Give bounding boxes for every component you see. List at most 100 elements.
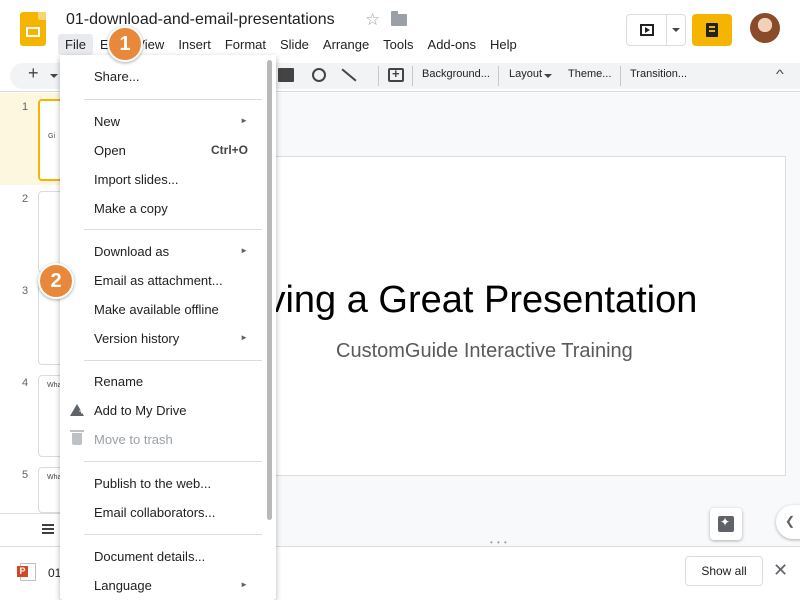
slides-logo-icon[interactable] (20, 12, 46, 46)
menu-item-email-as-attachment[interactable]: Email as attachment... (60, 266, 268, 294)
close-icon[interactable]: ✕ (773, 560, 788, 581)
shape-icon[interactable] (312, 68, 326, 82)
menu-item-share[interactable]: Share... (60, 62, 268, 90)
file-menu-dropdown: Share... New ► Open Ctrl+O Import slides..… (60, 55, 276, 600)
menu-item-label: Rename (94, 374, 144, 389)
folder-icon[interactable] (391, 11, 407, 26)
menu-arrange[interactable]: Arrange (316, 34, 376, 55)
menu-item-label: Version history (94, 331, 180, 346)
share-icon (706, 23, 718, 37)
image-icon[interactable] (278, 68, 294, 82)
menu-item-label: Make available offline (94, 302, 219, 317)
menu-item-label: Email as attachment... (94, 273, 223, 288)
menu-item-open[interactable]: Open Ctrl+O (60, 136, 268, 164)
menu-item-shortcut: Ctrl+O (210, 143, 248, 157)
menu-divider (84, 229, 262, 230)
menu-item-label: Add to My Drive (94, 403, 187, 418)
share-button[interactable] (692, 14, 732, 46)
toolbar-divider (498, 66, 499, 86)
menu-item-rename[interactable]: Rename (60, 367, 268, 395)
slide-filmstrip[interactable]: 1 Gi 2 3 4 Wha 5 Wha (0, 93, 68, 513)
slide-number: 5 (22, 469, 29, 481)
document-title[interactable]: 01-download-and-email-presentations (66, 11, 335, 29)
add-to-drive-icon (70, 404, 84, 416)
chevron-down-icon (672, 28, 680, 32)
menu-divider (84, 534, 262, 535)
toolbar-divider (412, 66, 413, 86)
background-button[interactable]: Background... (422, 68, 490, 80)
menu-item-label: Move to trash (94, 432, 173, 447)
menu-tools[interactable]: Tools (376, 34, 420, 55)
menu-insert[interactable]: Insert (171, 34, 218, 55)
menu-file[interactable]: File (58, 34, 93, 55)
menu-item-label: Language (94, 578, 152, 593)
new-slide-layout-caret-icon[interactable] (50, 74, 58, 78)
present-icon (639, 24, 654, 36)
menu-item-new[interactable]: New ► (60, 107, 268, 135)
user-avatar[interactable] (750, 13, 780, 43)
slide-subtitle[interactable]: CustomGuide Interactive Training (336, 340, 633, 363)
collapse-toolbar-icon[interactable]: ^ (776, 67, 784, 81)
submenu-arrow-icon: ► (240, 580, 248, 589)
slide-number: 2 (22, 193, 29, 205)
menu-item-label: Email collaborators... (94, 505, 216, 520)
explore-button[interactable] (710, 508, 742, 540)
menu-item-email-collaborators[interactable]: Email collaborators... (60, 498, 268, 526)
add-comment-icon[interactable] (388, 66, 404, 82)
line-icon[interactable] (340, 68, 356, 82)
google-slides-window: 01-download-and-email-presentations ☆ Fi… (0, 0, 800, 600)
submenu-arrow-icon: ► (240, 246, 248, 255)
slide-title[interactable]: iving a Great Presentation (258, 279, 697, 322)
menu-item-label: Share... (94, 69, 140, 84)
menu-divider (84, 461, 262, 462)
layout-caret-icon (544, 74, 552, 78)
filmstrip-slide-4[interactable]: 4 Wha (0, 369, 68, 461)
toolbar-divider (620, 66, 621, 86)
menu-divider (84, 99, 262, 100)
powerpoint-file-icon (17, 563, 36, 581)
menu-item-label: Download as (94, 244, 170, 259)
step-badge-1: 1 (107, 26, 143, 62)
slide-number: 1 (22, 101, 29, 113)
menu-addons[interactable]: Add-ons (421, 34, 483, 55)
submenu-arrow-icon: ► (240, 116, 248, 125)
new-slide-icon[interactable]: + (28, 63, 39, 84)
menu-item-label: Import slides... (94, 172, 179, 187)
menu-item-document-details[interactable]: Document details... (60, 542, 268, 570)
menu-item-label: Document details... (94, 549, 206, 564)
menu-item-import-slides[interactable]: Import slides... (60, 165, 268, 193)
slide-number: 3 (22, 285, 29, 297)
menu-item-move-to-trash: Move to trash (60, 425, 268, 453)
theme-button[interactable]: Theme... (568, 68, 611, 80)
present-options-button[interactable] (667, 28, 685, 32)
star-icon[interactable]: ☆ (365, 10, 380, 30)
menu-help[interactable]: Help (483, 34, 524, 55)
menu-item-download-as[interactable]: Download as ► (60, 237, 268, 265)
menu-slide[interactable]: Slide (273, 34, 316, 55)
submenu-arrow-icon: ► (240, 333, 248, 342)
menu-item-language[interactable]: Language ► (60, 571, 268, 599)
transition-button[interactable]: Transition... (630, 68, 687, 80)
layout-button[interactable]: Layout (509, 68, 542, 80)
menu-item-label: Open (94, 143, 126, 158)
trash-icon (70, 430, 84, 445)
menu-item-label: New (94, 114, 121, 129)
menu-item-label: Make a copy (94, 201, 168, 216)
filmstrip-slide-1[interactable]: 1 Gi (0, 93, 68, 185)
present-main[interactable] (627, 15, 667, 45)
menu-scrollbar[interactable] (267, 60, 272, 520)
menu-item-add-to-my-drive[interactable]: Add to My Drive (60, 396, 268, 424)
present-button[interactable] (626, 14, 686, 46)
menu-format[interactable]: Format (218, 34, 273, 55)
toolbar-divider (378, 66, 379, 86)
menu-item-publish-to-web[interactable]: Publish to the web... (60, 469, 268, 497)
grid-view-icon[interactable] (42, 524, 54, 534)
menu-item-make-available-offline[interactable]: Make available offline (60, 295, 268, 323)
explore-icon (718, 515, 734, 532)
menu-divider (84, 360, 262, 361)
show-all-button[interactable]: Show all (685, 556, 763, 586)
menu-item-version-history[interactable]: Version history ► (60, 324, 268, 352)
thumbnail-text: Gi (48, 133, 55, 140)
filmstrip-slide-5[interactable]: 5 Wha (0, 461, 68, 513)
menu-item-make-a-copy[interactable]: Make a copy (60, 194, 268, 222)
